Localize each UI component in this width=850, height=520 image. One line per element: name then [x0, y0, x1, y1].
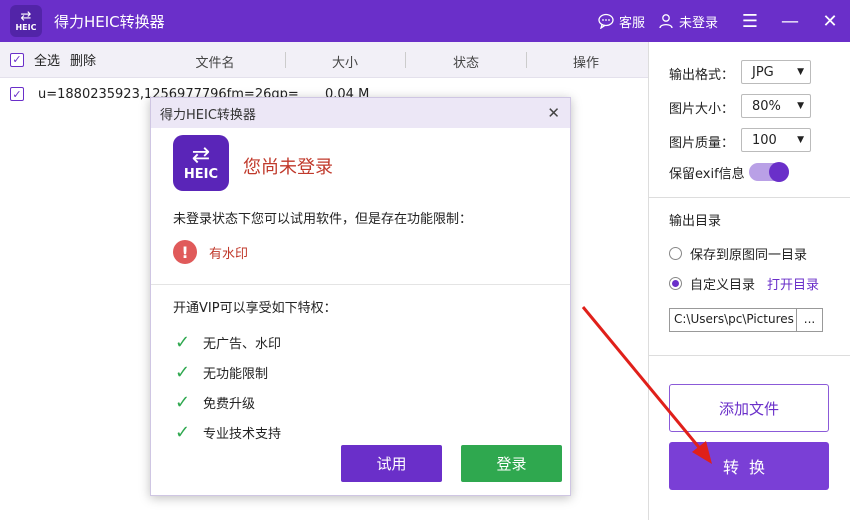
- dialog-logo-text: HEIC: [183, 166, 219, 182]
- customer-service-button[interactable]: 客服: [597, 12, 645, 31]
- hamburger-icon: ☰: [741, 10, 759, 32]
- user-icon: [657, 12, 675, 30]
- login-status-label: 未登录: [678, 15, 718, 31]
- image-quality-select[interactable]: 100 ▼: [741, 128, 811, 152]
- app-title: 得力HEIC转换器: [54, 12, 165, 31]
- settings-panel: 输出格式： JPG ▼ 图片大小： 80% ▼ 图片质量： 100 ▼ 保留ex…: [648, 42, 850, 520]
- output-dir-label: 输出目录: [669, 214, 722, 229]
- divider: [649, 197, 850, 198]
- output-format-value: JPG: [752, 64, 774, 80]
- column-header-filename: 文件名: [195, 56, 235, 71]
- column-separator: [526, 52, 527, 68]
- column-header-size: 大小: [331, 56, 358, 71]
- trial-button[interactable]: 试用: [341, 445, 442, 482]
- privilege-item: ✓ 专业技术支持: [175, 422, 281, 443]
- divider: [151, 284, 570, 285]
- image-size-row: 图片大小：: [669, 98, 734, 117]
- dialog-close-icon[interactable]: ✕: [547, 104, 560, 122]
- toggle-knob: [769, 162, 789, 182]
- select-all-label[interactable]: 全选: [34, 50, 60, 69]
- app-logo-text: HEIC: [15, 23, 37, 32]
- custom-dir-radio[interactable]: [669, 277, 682, 290]
- select-all-checkbox[interactable]: ✓: [10, 52, 24, 67]
- exclamation-icon: !: [173, 240, 197, 264]
- vip-title: 开通VIP可以享受如下特权：: [173, 301, 337, 316]
- login-button[interactable]: 登录: [461, 445, 562, 482]
- watermark-warning: ! 有水印: [173, 240, 248, 264]
- image-quality-row: 图片质量：: [669, 132, 734, 151]
- checkmark-icon: ✓: [175, 332, 191, 353]
- image-size-value: 80%: [752, 98, 781, 114]
- minimize-button[interactable]: —: [770, 0, 810, 42]
- menu-button[interactable]: ☰: [730, 0, 770, 42]
- delete-button[interactable]: 删除: [70, 50, 96, 69]
- swap-arrows-icon: ⇄: [20, 9, 32, 24]
- dialog-title: 得力HEIC转换器: [160, 107, 256, 123]
- column-separator: [405, 52, 406, 68]
- swap-arrows-icon: ⇄: [191, 142, 211, 168]
- privilege-label: 无广告、水印: [203, 337, 282, 352]
- exif-label: 保留exif信息: [669, 167, 745, 182]
- dialog-app-logo: ⇄ HEIC: [173, 135, 229, 191]
- not-logged-heading: 您尚未登录: [243, 157, 333, 178]
- same-dir-radio[interactable]: [669, 247, 682, 260]
- exif-row: 保留exif信息: [669, 163, 745, 182]
- open-dir-link[interactable]: 打开目录: [767, 274, 819, 293]
- column-header-status: 状态: [452, 56, 479, 71]
- privilege-item: ✓ 无广告、水印: [175, 332, 281, 353]
- app-logo: ⇄ HEIC: [10, 5, 42, 37]
- minimize-icon: —: [781, 10, 799, 32]
- privilege-label: 免费升级: [203, 397, 256, 412]
- output-format-row: 输出格式：: [669, 64, 734, 83]
- output-format-select[interactable]: JPG ▼: [741, 60, 811, 84]
- dialog-titlebar: 得力HEIC转换器 ✕: [151, 98, 570, 128]
- privilege-label: 无功能限制: [203, 367, 269, 382]
- same-dir-option[interactable]: 保存到原图同一目录: [669, 244, 807, 263]
- login-status-button[interactable]: 未登录: [657, 12, 718, 31]
- output-format-label: 输出格式：: [669, 68, 735, 83]
- privilege-label: 专业技术支持: [203, 427, 282, 442]
- title-bar: ⇄ HEIC 得力HEIC转换器 客服 未登录 ☰ — ✕: [0, 0, 850, 42]
- checkmark-icon: ✓: [175, 362, 191, 383]
- custom-dir-label: 自定义目录: [690, 278, 756, 293]
- image-size-select[interactable]: 80% ▼: [741, 94, 811, 118]
- chat-bubble-icon: [597, 12, 615, 30]
- convert-button[interactable]: 转换: [669, 442, 829, 490]
- login-dialog: 得力HEIC转换器 ✕ ⇄ HEIC 您尚未登录 未登录状态下您可以试用软件，但…: [150, 97, 571, 496]
- watermark-warning-text: 有水印: [209, 246, 249, 262]
- checkmark-icon: ✓: [175, 392, 191, 413]
- chevron-down-icon: ▼: [797, 67, 804, 77]
- chevron-down-icon: ▼: [797, 101, 804, 111]
- checkmark-icon: ✓: [175, 422, 191, 443]
- column-separator: [285, 52, 286, 68]
- chevron-down-icon: ▼: [797, 135, 804, 145]
- privilege-item: ✓ 无功能限制: [175, 362, 268, 383]
- output-path-field[interactable]: C:\Users\pc\Pictures: [669, 308, 797, 332]
- close-window-button[interactable]: ✕: [810, 0, 850, 42]
- limit-description: 未登录状态下您可以试用软件，但是存在功能限制：: [173, 212, 473, 227]
- add-file-button[interactable]: 添加文件: [669, 384, 829, 432]
- custom-dir-option[interactable]: 自定义目录 打开目录: [669, 274, 819, 293]
- browse-button[interactable]: ...: [797, 308, 823, 332]
- output-dir-heading: 输出目录: [669, 210, 721, 229]
- row-checkbox[interactable]: ✓: [10, 87, 24, 101]
- divider: [649, 355, 850, 356]
- privilege-item: ✓ 免费升级: [175, 392, 255, 413]
- exif-toggle[interactable]: [749, 162, 789, 182]
- customer-service-label: 客服: [618, 15, 645, 31]
- image-quality-label: 图片质量：: [669, 136, 735, 151]
- column-header-actions: 操作: [572, 56, 599, 71]
- same-dir-label: 保存到原图同一目录: [690, 248, 808, 263]
- image-quality-value: 100: [752, 132, 777, 148]
- close-icon: ✕: [822, 10, 838, 32]
- image-size-label: 图片大小：: [669, 102, 735, 117]
